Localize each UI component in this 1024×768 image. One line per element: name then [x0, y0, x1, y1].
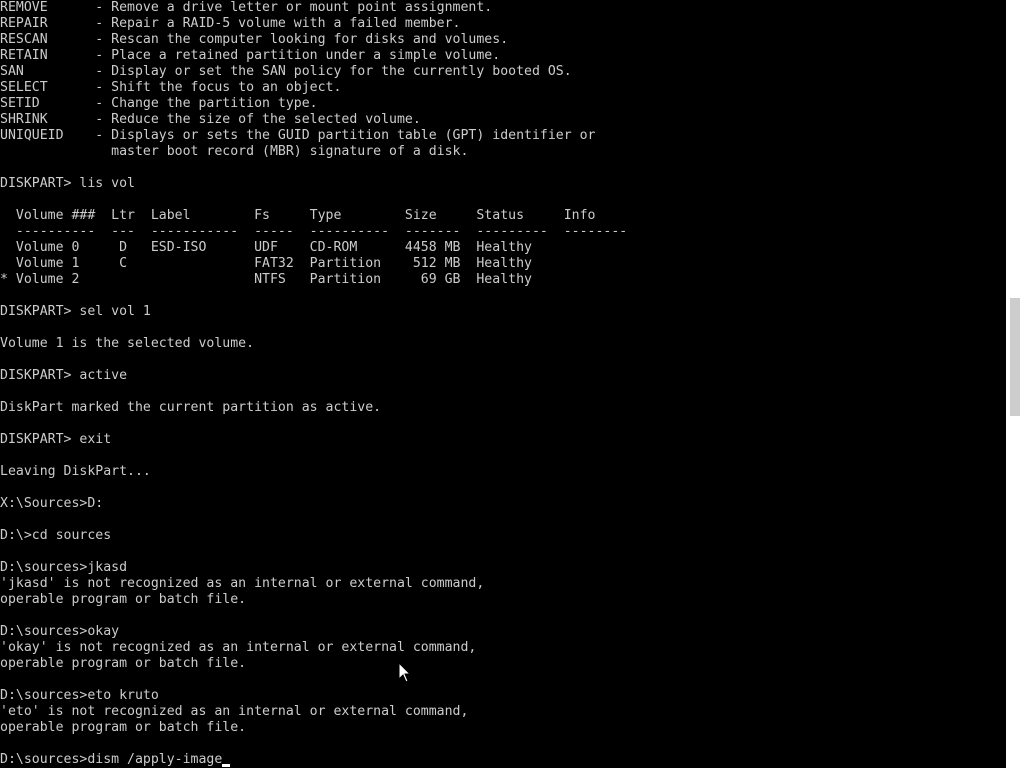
console-line: D:\>cd sources — [0, 528, 112, 543]
console-line: SETID - Change the partition type. — [0, 96, 318, 111]
command-input-line[interactable]: D:\sources>dism /apply-image — [0, 752, 627, 768]
console-line: 'eto' is not recognized as an internal o… — [0, 704, 469, 719]
mouse-pointer-icon — [398, 662, 412, 683]
console-line: D:\sources>eto kruto — [0, 688, 159, 703]
command-input-text[interactable]: D:\sources>dism /apply-image — [0, 752, 222, 767]
console-line: Volume 1 C FAT32 Partition 512 MB Health… — [0, 256, 532, 271]
console-line: D:\sources>okay — [0, 624, 120, 639]
console-line: D:\sources>jkasd — [0, 560, 128, 575]
console-line: RESCAN - Rescan the computer looking for… — [0, 32, 509, 47]
console-line: operable program or batch file. — [0, 592, 247, 607]
console-line: X:\Sources>D: — [0, 496, 104, 511]
console-line: operable program or batch file. — [0, 720, 247, 735]
console-line: Leaving DiskPart... — [0, 464, 151, 479]
console-output: REMOVE - Remove a drive letter or mount … — [0, 0, 1006, 768]
console-line: DiskPart marked the current partition as… — [0, 400, 382, 415]
console-line: 'jkasd' is not recognized as an internal… — [0, 576, 485, 591]
console-line: operable program or batch file. — [0, 656, 247, 671]
console-line: * Volume 2 NTFS Partition 69 GB Healthy — [0, 272, 532, 287]
console-line: SAN - Display or set the SAN policy for … — [0, 64, 572, 79]
console-lines: REMOVE - Remove a drive letter or mount … — [0, 0, 627, 768]
console-line: SHRINK - Reduce the size of the selected… — [0, 112, 421, 127]
console-line: UNIQUEID - Displays or sets the GUID par… — [0, 128, 596, 143]
console-line: SELECT - Shift the focus to an object. — [0, 80, 342, 95]
console-line: DISKPART> active — [0, 368, 128, 383]
console-line: REPAIR - Repair a RAID-5 volume with a f… — [0, 16, 461, 31]
console-line: master boot record (MBR) signature of a … — [0, 144, 469, 159]
console-line: DISKPART> sel vol 1 — [0, 304, 151, 319]
console-line: REMOVE - Remove a drive letter or mount … — [0, 0, 493, 15]
console-line: DISKPART> exit — [0, 432, 112, 447]
text-caret — [222, 764, 231, 767]
console-line: Volume 1 is the selected volume. — [0, 336, 255, 351]
console-line: Volume ### Ltr Label Fs Type Size Status… — [0, 208, 596, 223]
console-line: RETAIN - Place a retained partition unde… — [0, 48, 501, 63]
console-line: 'okay' is not recognized as an internal … — [0, 640, 477, 655]
console-line: Volume 0 D ESD-ISO UDF CD-ROM 4458 MB He… — [0, 240, 532, 255]
vertical-scrollbar[interactable] — [1006, 0, 1024, 768]
console-line: DISKPART> lis vol — [0, 176, 135, 191]
scrollbar-thumb[interactable] — [1010, 298, 1020, 416]
console-line: ---------- --- ----------- ----- -------… — [0, 224, 628, 239]
